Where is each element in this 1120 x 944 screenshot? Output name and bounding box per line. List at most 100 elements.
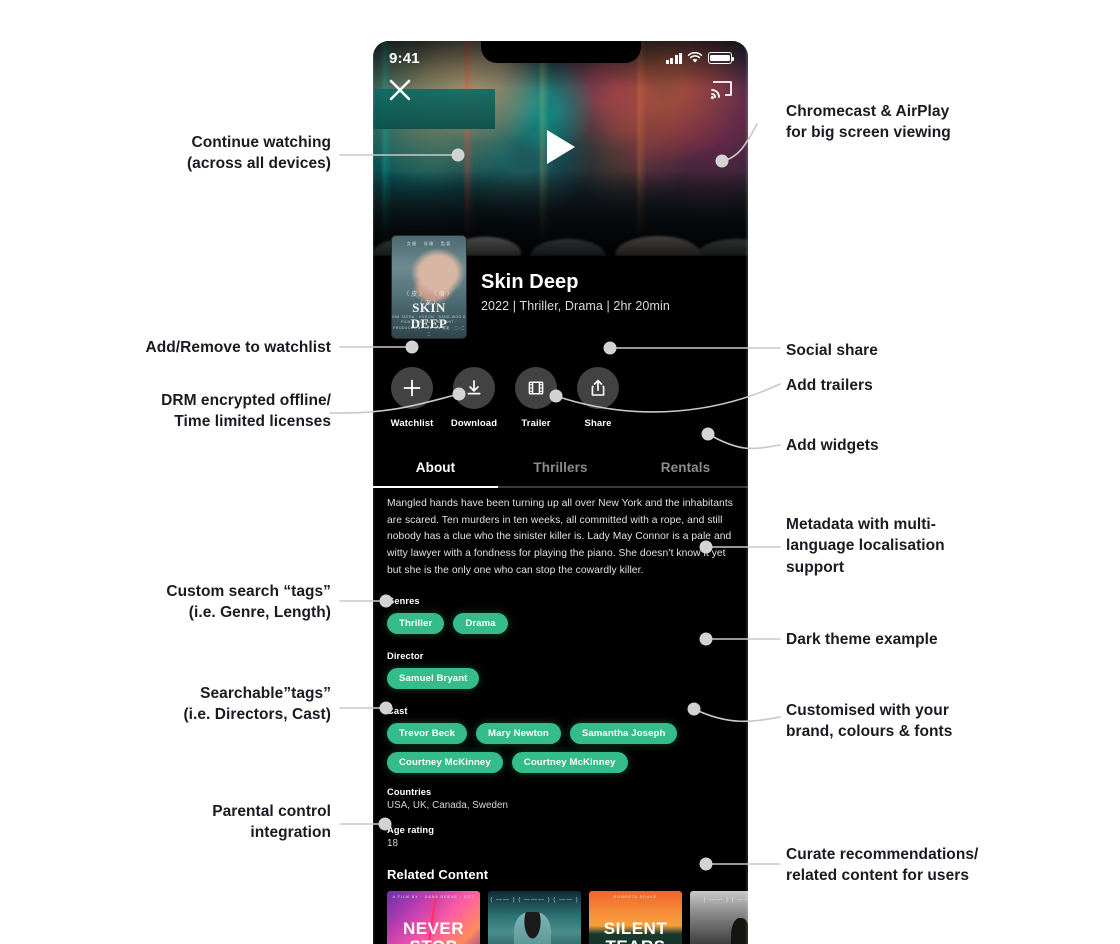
related-poster-credits: A FILM BY · DANA REEVE · OCT: [392, 895, 475, 900]
cast-chip[interactable]: Courtney McKinney: [387, 752, 503, 774]
related-poster-card[interactable]: A FILM BY · DANA REEVE · OCT NEVER STOP: [387, 891, 480, 944]
annotation-line: for big screen viewing: [786, 124, 951, 142]
cast-chip[interactable]: Mary Newton: [476, 723, 561, 745]
annotation-line: related content for users: [786, 867, 969, 885]
poster-credits: KIM TAEHA · HYEJIN · SANG-WOO A FILM BY …: [392, 314, 466, 336]
annotation-line: Add/Remove to watchlist: [145, 339, 331, 356]
annotation-social-share: Social share: [786, 340, 878, 361]
annotation-customised-brand: Customised with your brand, colours & fo…: [786, 700, 952, 743]
annotation-line: Parental control: [212, 803, 331, 820]
trailer-label: Trailer: [521, 418, 551, 429]
annotation-line: Add trailers: [786, 377, 873, 394]
annotation-curate-recommendations: Curate recommendations/ related content …: [786, 844, 978, 887]
director-label: Director: [387, 651, 424, 662]
annotation-line: (i.e. Genre, Length): [188, 604, 331, 622]
annotation-custom-search-tags: Custom search “tags” (i.e. Genre, Length…: [166, 581, 331, 624]
related-poster-card[interactable]: ROBERTA DRAKE SILENT TEARS: [589, 891, 682, 944]
annotation-line: Searchable”tags”: [200, 685, 331, 702]
download-icon: [467, 380, 481, 395]
slide-canvas: 9:41 女優 · 俳優 · 監督 〈皮〉 〈膚〉 〈深〉 SKIN DEEP …: [0, 0, 1120, 944]
status-time: 9:41: [389, 49, 420, 67]
annotation-line: Dark theme example: [786, 631, 938, 648]
annotation-line: Customised with your: [786, 702, 949, 719]
title-metadata: 2022 | Thriller, Drama | 2hr 20min: [481, 299, 670, 313]
related-poster-title: NEVER STOP: [402, 919, 465, 944]
annotation-line: brand, colours & fonts: [786, 723, 953, 741]
annotation-metadata-localisation: Metadata with multi- language localisati…: [786, 514, 945, 578]
cast-label: Cast: [387, 706, 408, 717]
phone-right-edge-fade: [745, 41, 775, 944]
play-icon[interactable]: [544, 128, 578, 166]
download-button[interactable]: Download: [450, 367, 498, 429]
countries-value: USA, UK, Canada, Sweden: [387, 800, 508, 812]
annotation-line: Chromecast & AirPlay: [786, 103, 950, 120]
annotation-line: Custom search “tags”: [166, 583, 331, 600]
watchlist-label: Watchlist: [390, 418, 434, 429]
genres-label: Genres: [387, 596, 420, 607]
related-poster-credits: ROBERTA DRAKE: [613, 895, 658, 900]
annotation-parental-control: Parental control integration: [212, 801, 331, 844]
genre-chip[interactable]: Drama: [453, 613, 508, 635]
cast-chip[interactable]: Samantha Joseph: [569, 723, 678, 745]
age-rating-value: 18: [387, 838, 398, 850]
status-bar: 9:41: [373, 48, 748, 68]
annotation-line: language localisation: [786, 537, 945, 555]
cast-chip[interactable]: Trevor Beck: [387, 723, 468, 745]
director-chip[interactable]: Samuel Bryant: [387, 668, 480, 690]
annotation-line: Time limited licenses: [174, 413, 331, 431]
annotation-line: (i.e. Directors, Cast): [183, 706, 331, 724]
annotation-dark-theme: Dark theme example: [786, 629, 938, 650]
related-poster-brackets: ( —— ) ( ——— ) (: [703, 897, 749, 904]
share-button[interactable]: Share: [577, 367, 619, 429]
genres-chip-group: Thriller Drama: [387, 613, 734, 635]
age-rating-label: Age rating: [387, 825, 434, 836]
title-block: 女優 · 俳優 · 監督 〈皮〉 〈膚〉 〈深〉 SKIN DEEP KIM T…: [373, 227, 748, 355]
related-poster-card[interactable]: ( —— ) ( ——— ) (: [690, 891, 748, 944]
movie-poster-thumbnail[interactable]: 女優 · 俳優 · 監督 〈皮〉 〈膚〉 〈深〉 SKIN DEEP KIM T…: [391, 235, 467, 339]
annotation-line: Metadata with multi-: [786, 516, 936, 533]
annotation-searchable-tags: Searchable”tags” (i.e. Directors, Cast): [183, 683, 331, 726]
share-label: Share: [584, 418, 612, 429]
wifi-icon: [687, 52, 703, 63]
close-icon[interactable]: [387, 77, 413, 103]
annotation-line: Social share: [786, 342, 878, 359]
annotation-line: Curate recommendations/: [786, 846, 979, 863]
battery-icon: [708, 52, 735, 64]
watchlist-button[interactable]: Watchlist: [391, 367, 433, 429]
plus-icon: [403, 379, 421, 397]
annotation-line: support: [786, 558, 845, 576]
annotation-drm-offline: DRM encrypted offline/ Time limited lice…: [161, 390, 331, 433]
download-label: Download: [450, 418, 498, 429]
genre-chip[interactable]: Thriller: [387, 613, 445, 635]
phone-left-edge-fade: [349, 41, 375, 944]
annotation-continue-watching: Continue watching (across all devices): [187, 132, 331, 175]
phone-mockup: 9:41 女優 · 俳優 · 監督 〈皮〉 〈膚〉 〈深〉 SKIN DEEP …: [373, 41, 748, 944]
annotation-line: Continue watching: [191, 134, 331, 151]
chromecast-icon[interactable]: [710, 79, 734, 101]
annotation-chromecast-airplay: Chromecast & AirPlay for big screen view…: [786, 101, 951, 144]
synopsis-text: Mangled hands have been turning up all o…: [387, 498, 733, 576]
annotation-add-widgets: Add widgets: [786, 435, 879, 456]
related-poster-card[interactable]: ( —— ) ( ——— ) ( —— ): [488, 891, 581, 944]
about-panel: Mangled hands have been turning up all o…: [373, 496, 748, 944]
related-poster-title: SILENT TEARS: [603, 919, 668, 944]
annotation-line: Add widgets: [786, 437, 879, 454]
action-bar: Watchlist Download Trailer Share: [373, 367, 748, 429]
annotation-add-remove-watchlist: Add/Remove to watchlist: [146, 337, 331, 358]
related-content-row[interactable]: A FILM BY · DANA REEVE · OCT NEVER STOP …: [387, 891, 748, 944]
trailer-button[interactable]: Trailer: [515, 367, 557, 429]
director-chip-group: Samuel Bryant: [387, 668, 734, 690]
cast-chip-group: Trevor Beck Mary Newton Samantha Joseph …: [387, 723, 687, 774]
related-content-title: Related Content: [387, 867, 489, 883]
annotation-add-trailers: Add trailers: [786, 375, 873, 396]
tab-active-indicator: [373, 486, 498, 488]
related-poster-brackets: ( —— ) ( ——— ) ( —— ): [490, 897, 579, 904]
cast-chip[interactable]: Courtney McKinney: [511, 752, 628, 774]
cellular-signal-icon: [665, 52, 682, 64]
share-icon: [591, 379, 605, 396]
countries-label: Countries: [387, 787, 432, 798]
annotation-line: DRM encrypted offline/: [161, 392, 331, 409]
poster-top-credits: 女優 · 俳優 · 監督: [406, 241, 452, 246]
film-strip-icon: [528, 381, 544, 395]
page-title: Skin Deep: [481, 271, 579, 293]
